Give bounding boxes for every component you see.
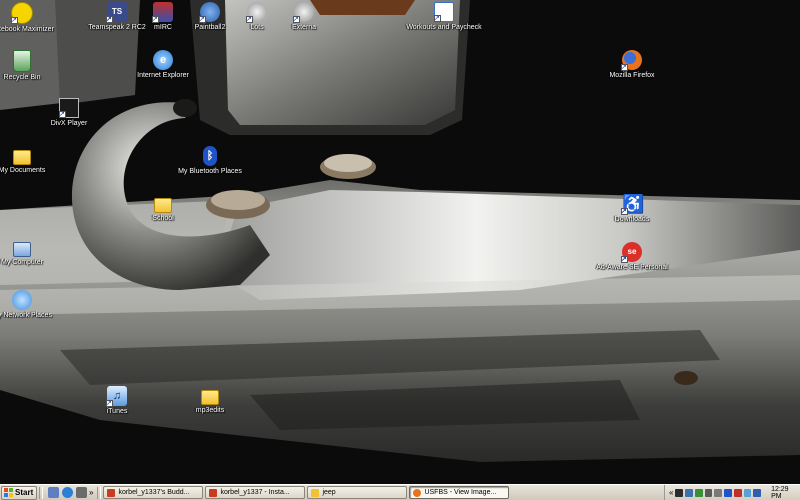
tray-app-icon[interactable] (675, 488, 684, 497)
desktop-icon-label: Externa (291, 24, 317, 31)
taskbar-button-buddy-list[interactable]: korbel_y1337's Budd... (103, 486, 204, 499)
taskbar-button-jeep[interactable]: jeep (307, 486, 408, 499)
volume-tray-icon[interactable] (714, 488, 723, 497)
desktop-icon-label: Internet Explorer (137, 72, 189, 79)
desktop-icon-label: Notebook Maximizer (0, 26, 54, 33)
taskbar-button-instant-message[interactable]: korbel_y1337 - Insta... (205, 486, 306, 499)
taskbar-separator (39, 486, 43, 499)
task-label: USFBS - View Image... (424, 489, 497, 496)
clock[interactable]: 12:29 PM (771, 486, 800, 500)
display-tray-icon[interactable] (743, 488, 752, 497)
my-documents-icon (13, 150, 31, 165)
firefox-icon (413, 488, 422, 497)
start-button[interactable]: Start (1, 485, 37, 500)
bluetooth-icon: ᛒ (203, 146, 217, 166)
desktop-icon-label: School (152, 215, 174, 222)
desktop-icon-mp3edits[interactable]: mp3edits (172, 386, 248, 415)
desktop-icon-itunes[interactable]: ♫ iTunes (79, 386, 155, 416)
windows-media-icon[interactable] (76, 487, 87, 498)
desktop-icon-my-network-places[interactable]: My Network Places (0, 290, 60, 320)
desktop-icon-label: Ad-Aware SE Personal (596, 264, 668, 271)
firefox-icon (621, 50, 642, 72)
task-label: korbel_y1337 - Insta... (220, 489, 290, 496)
lots-icon (246, 2, 267, 24)
desktop-icon-label: Mozilla Firefox (609, 72, 655, 79)
antivirus-tray-icon[interactable] (733, 488, 742, 497)
ad-aware-icon: se (621, 242, 642, 264)
desktop-icon-label: My Network Places (0, 312, 52, 319)
desktop-icon-ad-aware-se-personal[interactable]: se Ad-Aware SE Personal (594, 242, 670, 272)
desktop-icon-label: My Computer (0, 259, 43, 266)
itunes-icon: ♫ (106, 386, 127, 408)
network-places-icon (12, 290, 32, 310)
network-tray-icon[interactable] (685, 488, 693, 497)
internet-explorer-icon[interactable] (62, 487, 73, 498)
folder-icon (154, 198, 172, 213)
tray-expand-button[interactable]: « (669, 488, 673, 497)
taskbar-button-usfbs-view-image[interactable]: USFBS - View Image... (409, 486, 510, 499)
spreadsheet-icon (434, 2, 454, 23)
desktop-icon-workouts-and-paycheck[interactable]: Workouts and Paycheck (406, 2, 482, 32)
messenger-icon (107, 488, 116, 497)
desktop-icon-externa[interactable]: Externa (266, 2, 342, 32)
desktop-icon-my-computer[interactable]: My Computer (0, 242, 60, 267)
teamspeak-icon: TS (106, 2, 127, 24)
desktop-icon-notebook-maximizer[interactable]: Notebook Maximizer (0, 2, 60, 34)
quick-launch-overflow-button[interactable]: » (89, 488, 93, 497)
desktop-icon-internet-explorer[interactable]: e Internet Explorer (125, 50, 201, 80)
system-tray: « 12:29 PM (664, 485, 800, 500)
security-tray-icon[interactable] (753, 488, 762, 497)
downloads-icon: ♿ (621, 194, 644, 216)
bluetooth-tray-icon[interactable] (724, 488, 732, 497)
folder-icon (311, 488, 320, 497)
desktop-icon-label: My Documents (0, 167, 46, 174)
desktop-icon-mozilla-firefox[interactable]: Mozilla Firefox (594, 50, 670, 80)
notebook-maximizer-icon (11, 2, 33, 25)
desktop-icon-label: mp3edits (195, 407, 225, 414)
my-computer-icon (13, 242, 31, 257)
desktop-icon-label: Recycle Bin (3, 74, 41, 81)
desktop-icon-my-bluetooth-places[interactable]: ᛒ My Bluetooth Places (172, 146, 248, 176)
show-desktop-icon[interactable] (48, 487, 59, 498)
start-label: Start (15, 488, 34, 497)
messenger-icon (209, 488, 218, 497)
desktop-icon-label: Workouts and Paycheck (406, 24, 482, 31)
desktop-icon-recycle-bin[interactable]: Recycle Bin (0, 50, 60, 82)
task-label: jeep (322, 489, 336, 496)
desktop-icon-school[interactable]: School (125, 194, 201, 223)
recycle-bin-icon (13, 50, 31, 72)
desktop-icon-label: DivX Player (50, 120, 88, 127)
desktop-icon-my-documents[interactable]: My Documents (0, 146, 60, 175)
messenger-tray-icon[interactable] (694, 488, 703, 497)
desktop-icon-divx-player[interactable]: DivX Player (31, 98, 107, 128)
externa-icon (293, 2, 314, 24)
mirc-icon (152, 2, 173, 24)
folder-icon (201, 390, 219, 405)
divx-player-icon (59, 98, 79, 119)
desktop-icon-label: My Bluetooth Places (178, 168, 242, 175)
task-label: korbel_y1337's Budd... (118, 489, 190, 496)
desktop-icon-label: iTunes (106, 408, 128, 415)
desktop-icon-label: Downloads (614, 216, 650, 223)
desktop-icon-downloads[interactable]: ♿ Downloads (594, 194, 670, 224)
paintball-icon (199, 2, 220, 24)
taskbar-separator (97, 486, 102, 499)
windows-logo-icon (4, 488, 13, 497)
taskbar: Start » korbel_y1337's Budd... korbel_y1… (0, 484, 800, 500)
internet-explorer-icon: e (153, 50, 173, 70)
search-tray-icon[interactable] (704, 488, 713, 497)
